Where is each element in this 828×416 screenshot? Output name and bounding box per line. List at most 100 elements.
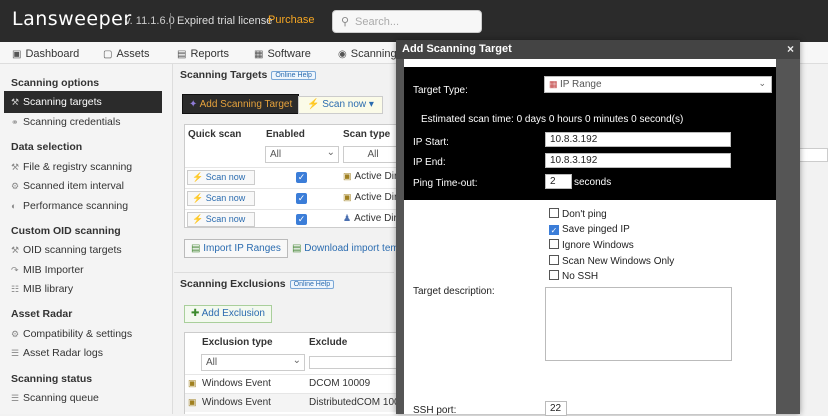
ping-timeout-unit: seconds [574, 177, 612, 188]
scanning-exclusions-header: Scanning Exclusions Online Help [180, 278, 335, 290]
plus-icon: ✚ [191, 308, 202, 319]
scan-type-cell: ▣ Active Dire [343, 171, 403, 182]
nav-reports[interactable]: ▤ Reports [177, 48, 229, 60]
target-description-label: Target description: [413, 286, 495, 297]
gear-icon: ⚙ [11, 181, 20, 191]
gear-icon: ⚙ [11, 329, 20, 339]
nav-dashboard[interactable]: ▣ Dashboard [12, 48, 79, 60]
col-exclusion-type: Exclusion type [202, 337, 273, 348]
key-icon: ⚭ [11, 117, 19, 127]
scan-type-cell: ▣ Active Dire [343, 192, 403, 203]
ip-end-input[interactable]: 10.8.3.192 [545, 153, 731, 168]
sidebar-item-radar-logs[interactable]: ☰ Asset Radar logs [11, 347, 103, 359]
nav-assets[interactable]: ▢ Assets [103, 48, 149, 60]
ignore-windows-checkbox[interactable]: Ignore Windows [549, 239, 634, 251]
scan-now-dropdown[interactable]: ⚡ Scan now ▾ [298, 96, 383, 114]
search-input[interactable]: ⚲ Search... [332, 10, 482, 33]
top-bar: Lansweeper v. 11.1.6.0 Expired trial lic… [0, 0, 828, 42]
dialog-title: Add Scanning Target [396, 40, 800, 59]
assets-icon: ▢ [103, 49, 113, 60]
checkbox-icon [549, 255, 559, 265]
checkbox-icon [549, 270, 559, 280]
sidebar-item-scanned-interval[interactable]: ⚙ Scanned item interval [11, 180, 124, 192]
sidebar-item-scanning-queue[interactable]: ☰ Scanning queue [11, 392, 99, 404]
ip-range-icon: ▦ [549, 79, 561, 89]
topbar-divider [170, 13, 171, 29]
row-scan-now-button[interactable]: ⚡ Scan now [187, 191, 255, 206]
scanning-icon: ◉ [338, 49, 347, 60]
scan-type-cell: ♟ Active Dire [343, 213, 403, 224]
table-row: ▣ Windows Event DCOM 10009 [185, 374, 405, 393]
add-exclusion-button[interactable]: ✚ Add Exclusion [184, 305, 272, 323]
queue-icon: ☰ [11, 393, 20, 403]
online-help-link[interactable]: Online Help [271, 70, 316, 80]
dialog-left-border [396, 59, 404, 414]
exclusions-table: Exclusion type Exclude All ⌄ ▣ Windows Ev… [184, 332, 411, 414]
dialog-scrollbar[interactable] [776, 59, 800, 414]
download-import-template-link[interactable]: ▤ Download import templ [292, 243, 407, 254]
sidebar-item-scanning-targets[interactable]: ⚒ Scanning targets [4, 91, 162, 113]
add-scanning-target-dialog: Add Scanning Target × Target Type: ▦ IP … [396, 40, 800, 416]
scan-type-filter[interactable]: All [343, 146, 403, 163]
checkbox-icon [549, 208, 559, 218]
target-settings-panel: Target Type: ▦ IP Range ⌄ Estimated scan… [404, 67, 776, 200]
online-help-link[interactable]: Online Help [289, 279, 335, 289]
list-icon: ☰ [11, 348, 20, 358]
scanning-targets-table: Quick scan Enabled Scan type All ⌄ All ⚡ … [184, 124, 405, 228]
plus-icon: ✦ [189, 99, 200, 110]
reports-icon: ▤ [177, 49, 187, 60]
col-quick-scan: Quick scan [188, 129, 242, 140]
dont-ping-checkbox[interactable]: Don't ping [549, 208, 607, 220]
ping-timeout-input[interactable]: 2 [545, 174, 572, 189]
lightning-icon: ⚡ [192, 193, 206, 203]
lansweeper-logo[interactable]: Lansweeper [12, 8, 132, 30]
sidebar-item-compatibility[interactable]: ⚙ Compatibility & settings [11, 328, 132, 340]
sidebar-item-scanning-credentials[interactable]: ⚭ Scanning credentials [11, 116, 120, 128]
import-ip-ranges-button[interactable]: ▤ Import IP Ranges [184, 239, 288, 258]
download-icon: ▤ [292, 243, 305, 254]
scanning-targets-header: Scanning Targets Online Help [180, 69, 316, 81]
sidebar-item-performance[interactable]: ◐ Performance scanning [11, 200, 128, 212]
building-icon: ▣ [343, 192, 352, 202]
lightning-icon: ⚡ [192, 172, 206, 182]
add-scanning-target-button[interactable]: ✦ Add Scanning Target [182, 94, 300, 114]
enabled-checkbox[interactable]: ✓ [296, 172, 307, 183]
target-type-select[interactable]: ▦ IP Range ⌄ [544, 76, 772, 93]
import-icon: ↷ [11, 265, 19, 275]
event-icon: ▣ [188, 378, 197, 388]
wrench-icon: ⚒ [11, 162, 20, 172]
software-icon: ▦ [254, 49, 264, 60]
purchase-link[interactable]: Purchase [268, 14, 314, 26]
enabled-checkbox[interactable]: ✓ [296, 214, 307, 225]
save-pinged-ip-checkbox[interactable]: ✓ Save pinged IP [549, 224, 630, 235]
sidebar-item-oid-targets[interactable]: ⚒ OID scanning targets [11, 244, 122, 256]
close-icon[interactable]: × [787, 42, 794, 56]
exclude-cell: DCOM 10009 [309, 378, 371, 389]
scan-new-windows-only-checkbox[interactable]: Scan New Windows Only [549, 255, 674, 267]
sidebar-item-file-registry[interactable]: ⚒ File & registry scanning [11, 161, 132, 173]
section-asset-radar: Asset Radar [11, 308, 73, 320]
row-scan-now-button[interactable]: ⚡ Scan now [187, 212, 255, 227]
no-ssh-checkbox[interactable]: No SSH [549, 270, 598, 282]
table-row: ⚡ Scan now ✓ ▣ Active Dire [185, 167, 405, 187]
sidebar-item-mib-library[interactable]: ☷ MIB library [11, 283, 73, 295]
nav-scanning[interactable]: ◉ Scanning [338, 48, 397, 60]
ip-start-input[interactable]: 10.8.3.192 [545, 132, 731, 147]
enabled-checkbox[interactable]: ✓ [296, 193, 307, 204]
target-description-textarea[interactable] [545, 287, 732, 361]
section-custom-oid: Custom OID scanning [11, 225, 121, 237]
enabled-filter[interactable]: All ⌄ [265, 146, 339, 163]
sidebar: Scanning options ⚒ Scanning targets ⚭ Scan… [0, 64, 173, 414]
nav-software[interactable]: ▦ Software [254, 48, 311, 60]
gauge-icon: ◐ [11, 201, 17, 211]
exclusion-type-cell: Windows Event [202, 397, 271, 408]
exclusion-type-cell: Windows Event [202, 378, 271, 389]
ip-start-label: IP Start: [413, 137, 449, 148]
row-scan-now-button[interactable]: ⚡ Scan now [187, 170, 255, 185]
sidebar-item-mib-importer[interactable]: ↷ MIB Importer [11, 264, 84, 276]
building-icon: ▣ [343, 171, 352, 181]
exclusion-type-filter[interactable]: All ⌄ [201, 354, 305, 371]
exclude-filter[interactable] [309, 356, 403, 369]
wrench-icon: ⚒ [11, 245, 20, 255]
ping-timeout-label: Ping Time-out: [413, 178, 478, 189]
